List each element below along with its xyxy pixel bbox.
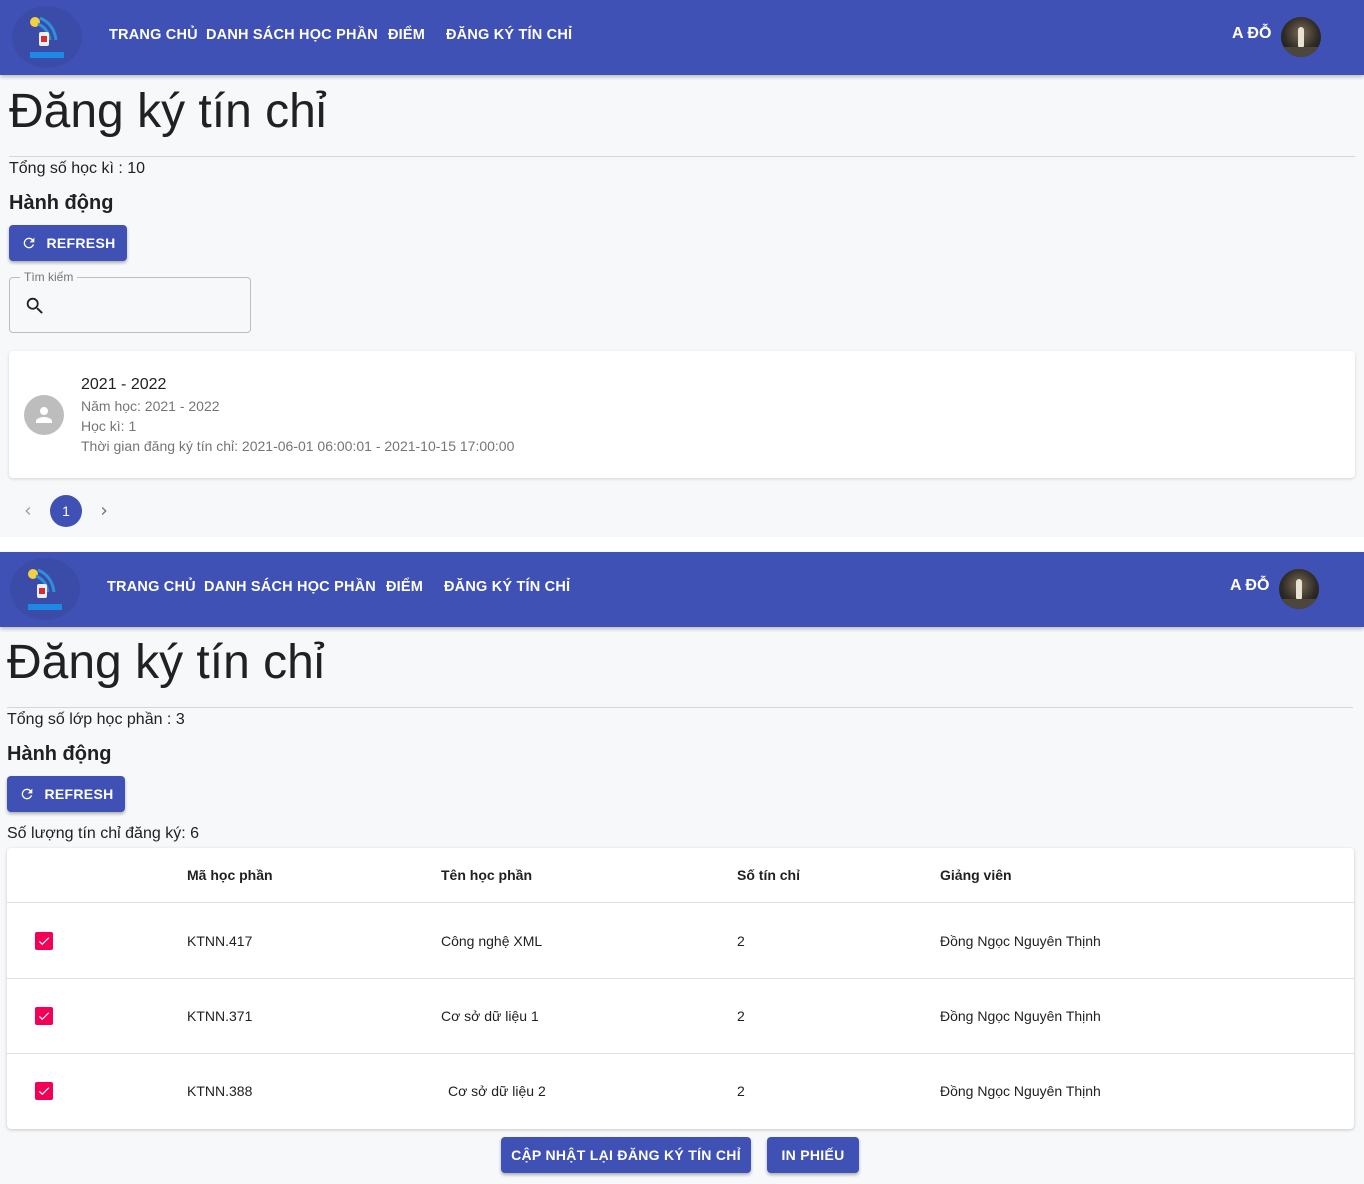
update-registration-button[interactable]: CẬP NHẬT LẠI ĐĂNG KÝ TÍN CHỈ: [501, 1137, 751, 1173]
table-row: KTNN.388 Cơ sở dữ liệu 2 2 Đồng Ngọc Ngu…: [7, 1054, 1354, 1129]
check-icon: [38, 1087, 50, 1096]
refresh-label: REFRESH: [46, 235, 116, 251]
nav-credit-registration[interactable]: ĐĂNG KÝ TÍN CHỈ: [444, 579, 570, 595]
app-bar: TRANG CHỦ DANH SÁCH HỌC PHẦN ĐIỂM ĐĂNG K…: [0, 0, 1364, 75]
refresh-button[interactable]: REFRESH: [7, 776, 125, 812]
pagination-page-current[interactable]: 1: [50, 495, 82, 527]
user-name[interactable]: A ĐỖ: [1230, 577, 1269, 595]
total-course-classes: Tổng số lớp học phần : 3: [7, 711, 185, 728]
column-header-name: Tên học phần: [441, 867, 532, 883]
row-name: Công nghệ XML: [441, 933, 543, 949]
actions-heading: Hành động: [7, 743, 112, 765]
column-header-credits: Số tín chỉ: [737, 867, 800, 883]
user-avatar[interactable]: [1281, 17, 1321, 57]
row-code: KTNN.388: [187, 1083, 253, 1099]
pagination-prev-icon[interactable]: [18, 501, 38, 521]
logo[interactable]: [12, 6, 82, 68]
check-icon: [38, 937, 50, 946]
row-credits: 2: [737, 1008, 745, 1024]
refresh-icon: [19, 786, 35, 802]
search-field[interactable]: Tìm kiếm: [9, 270, 251, 333]
registered-credits: Số lượng tín chỉ đăng ký: 6: [7, 825, 199, 842]
title-divider: [7, 707, 1353, 708]
check-icon: [38, 1012, 50, 1021]
refresh-button[interactable]: REFRESH: [9, 225, 127, 261]
search-label: Tìm kiếm: [20, 270, 78, 284]
page-title: Đăng ký tín chỉ: [9, 85, 327, 138]
user-avatar[interactable]: [1279, 569, 1319, 609]
user-name[interactable]: A ĐỖ: [1232, 25, 1271, 43]
column-header-code: Mã học phần: [187, 867, 273, 883]
update-registration-label: CẬP NHẬT LẠI ĐĂNG KÝ TÍN CHỈ: [511, 1147, 741, 1163]
total-semesters: Tổng số học kì : 10: [9, 160, 146, 177]
pagination-next-icon[interactable]: [94, 501, 114, 521]
nav-course-list[interactable]: DANH SÁCH HỌC PHẦN: [206, 27, 378, 43]
search-input[interactable]: [54, 290, 240, 320]
row-checkbox-checked[interactable]: [35, 1082, 53, 1100]
semester-card-title: 2021 - 2022: [81, 376, 167, 393]
row-checkbox-checked[interactable]: [35, 932, 53, 950]
row-name: Cơ sở dữ liệu 1: [441, 1008, 539, 1024]
person-icon: [24, 395, 64, 435]
nav-credit-registration[interactable]: ĐĂNG KÝ TÍN CHỈ: [446, 27, 572, 43]
row-lecturer: Đồng Ngọc Nguyên Thịnh: [940, 1083, 1101, 1099]
column-header-lecturer: Giảng viên: [940, 867, 1012, 883]
print-label: IN PHIẾU: [781, 1147, 845, 1163]
semester-card-year: Năm học: 2021 - 2022: [81, 398, 220, 414]
semester-card-semester: Học kì: 1: [81, 418, 137, 434]
table-header: Mã học phần Tên học phần Số tín chỉ Giản…: [7, 848, 1354, 903]
semester-card[interactable]: 2021 - 2022 Năm học: 2021 - 2022 Học kì:…: [9, 351, 1355, 478]
row-credits: 2: [737, 1083, 745, 1099]
logo[interactable]: [10, 558, 80, 620]
app-bar: TRANG CHỦ DANH SÁCH HỌC PHẦN ĐIỂM ĐĂNG K…: [0, 552, 1364, 627]
nav-grades[interactable]: ĐIỂM: [386, 579, 423, 595]
table-row: KTNN.417 Công nghệ XML 2 Đồng Ngọc Nguyê…: [7, 904, 1354, 979]
search-icon: [24, 295, 46, 322]
page-title: Đăng ký tín chỉ: [7, 636, 325, 689]
semester-card-period: Thời gian đăng ký tín chỉ: 2021-06-01 06…: [81, 438, 515, 454]
course-table: Mã học phần Tên học phần Số tín chỉ Giản…: [7, 848, 1354, 1129]
screen-separator: [0, 537, 1364, 552]
row-credits: 2: [737, 933, 745, 949]
title-divider: [9, 156, 1355, 157]
semester-list-screen: TRANG CHỦ DANH SÁCH HỌC PHẦN ĐIỂM ĐĂNG K…: [0, 0, 1364, 537]
table-row: KTNN.371 Cơ sở dữ liệu 1 2 Đồng Ngọc Ngu…: [7, 979, 1354, 1054]
row-lecturer: Đồng Ngọc Nguyên Thịnh: [940, 933, 1101, 949]
actions-heading: Hành động: [9, 192, 114, 214]
row-code: KTNN.417: [187, 933, 253, 949]
nav-home[interactable]: TRANG CHỦ: [107, 579, 196, 595]
print-button[interactable]: IN PHIẾU: [767, 1137, 859, 1173]
refresh-icon: [21, 235, 37, 251]
nav-course-list[interactable]: DANH SÁCH HỌC PHẦN: [204, 579, 376, 595]
nav-home[interactable]: TRANG CHỦ: [109, 27, 198, 43]
nav-grades[interactable]: ĐIỂM: [388, 27, 425, 43]
row-code: KTNN.371: [187, 1008, 253, 1024]
row-checkbox-checked[interactable]: [35, 1007, 53, 1025]
row-name: Cơ sở dữ liệu 2: [448, 1083, 546, 1099]
row-lecturer: Đồng Ngọc Nguyên Thịnh: [940, 1008, 1101, 1024]
refresh-label: REFRESH: [44, 786, 114, 802]
